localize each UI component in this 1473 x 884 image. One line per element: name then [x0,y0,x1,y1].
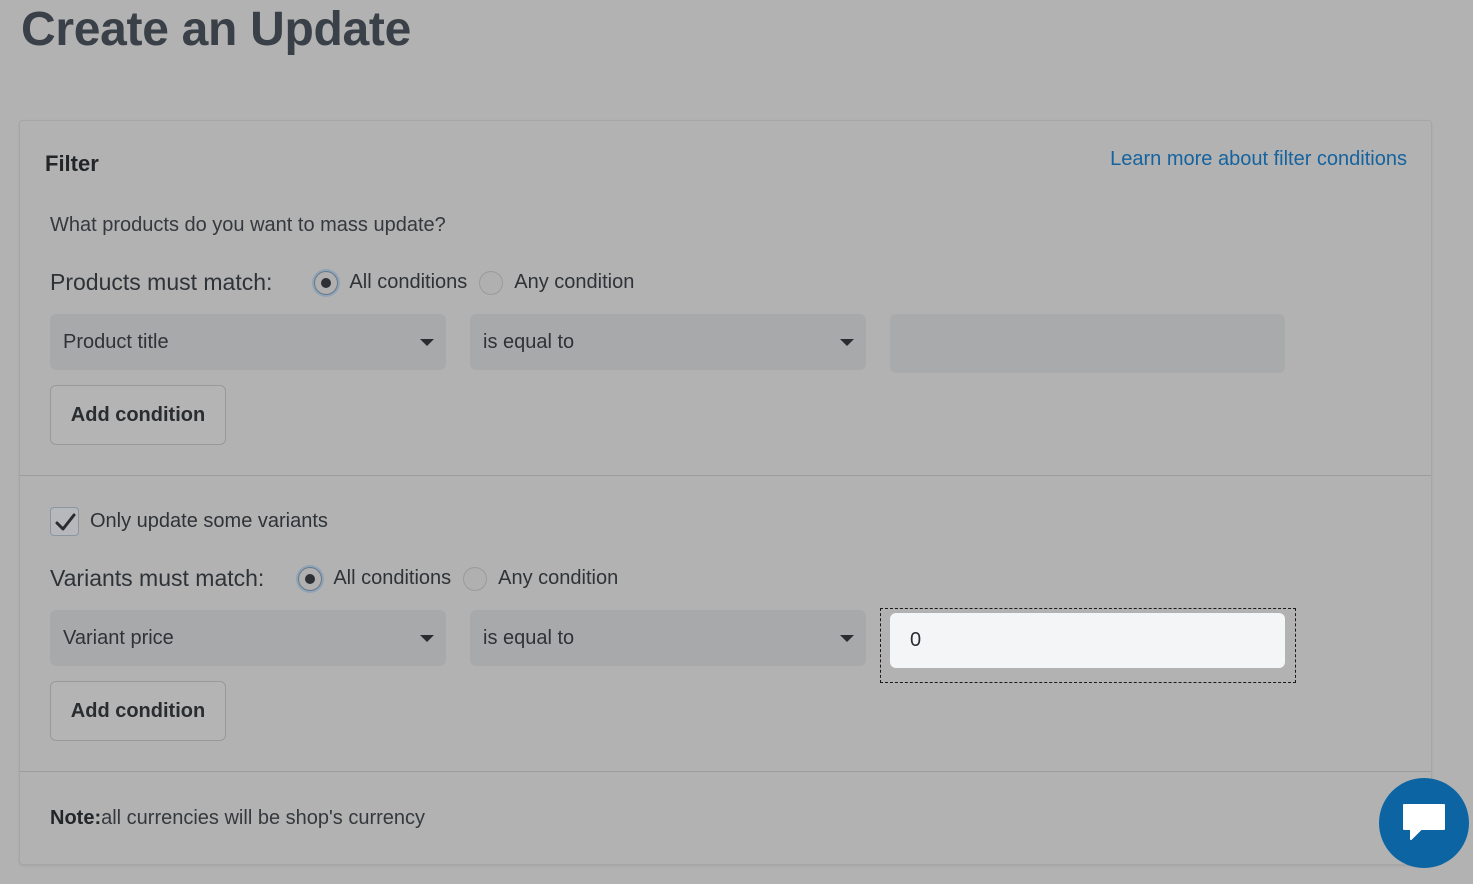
product-field-select[interactable]: Product title [50,314,446,370]
variants-all-conditions-label: All conditions [333,567,452,589]
product-field-value: Product title [63,330,169,353]
section-divider [20,475,1431,476]
products-all-conditions-radio[interactable] [314,270,339,295]
currency-note: Note:all currencies will be shop's curre… [50,807,425,830]
products-match-row: Products must match: All conditions Any … [50,269,646,296]
variants-all-conditions-radio[interactable] [298,566,323,591]
chevron-down-icon [420,635,434,642]
products-match-label: Products must match: [50,269,273,295]
products-any-condition-option[interactable]: Any condition [479,270,635,295]
variants-all-conditions-option[interactable]: All conditions [298,566,452,591]
products-all-conditions-option[interactable]: All conditions [314,270,468,295]
product-operator-select[interactable]: is equal to [470,314,866,370]
variant-field-select[interactable]: Variant price [50,610,446,666]
variants-any-condition-radio[interactable] [463,566,488,591]
note-text: all currencies will be shop's currency [101,807,426,829]
product-value-input[interactable] [890,314,1285,373]
add-product-condition-button[interactable]: Add condition [50,385,226,445]
checkmark-icon [55,513,75,530]
variants-any-condition-option[interactable]: Any condition [463,566,619,591]
chevron-down-icon [840,339,854,346]
chevron-down-icon [420,339,434,346]
page-title: Create an Update [21,3,411,56]
learn-more-link[interactable]: Learn more about filter conditions [1110,148,1407,171]
chevron-down-icon [840,635,854,642]
only-update-variants-label: Only update some variants [90,510,328,532]
only-update-variants-toggle[interactable]: Only update some variants [50,507,328,536]
variant-field-value: Variant price [63,626,174,649]
filter-question: What products do you want to mass update… [50,214,446,236]
filter-title: Filter [45,151,99,176]
variants-match-row: Variants must match: All conditions Any … [50,565,630,592]
section-divider [20,771,1431,772]
products-all-conditions-label: All conditions [349,271,468,293]
product-operator-value: is equal to [483,330,575,353]
variant-value-input[interactable] [890,613,1285,668]
add-variant-condition-button[interactable]: Add condition [50,681,226,741]
variants-match-label: Variants must match: [50,565,265,591]
products-any-condition-radio[interactable] [479,270,504,295]
variant-operator-select[interactable]: is equal to [470,610,866,666]
only-update-variants-checkbox[interactable] [50,507,79,536]
chat-bubble-icon [1403,804,1445,840]
filter-card: Filter Learn more about filter condition… [19,120,1432,865]
focus-outline [880,608,1296,683]
note-label: Note: [50,807,102,829]
variants-any-condition-label: Any condition [498,567,619,589]
products-any-condition-label: Any condition [514,271,635,293]
chat-button[interactable] [1379,778,1469,868]
variant-operator-value: is equal to [483,626,575,649]
